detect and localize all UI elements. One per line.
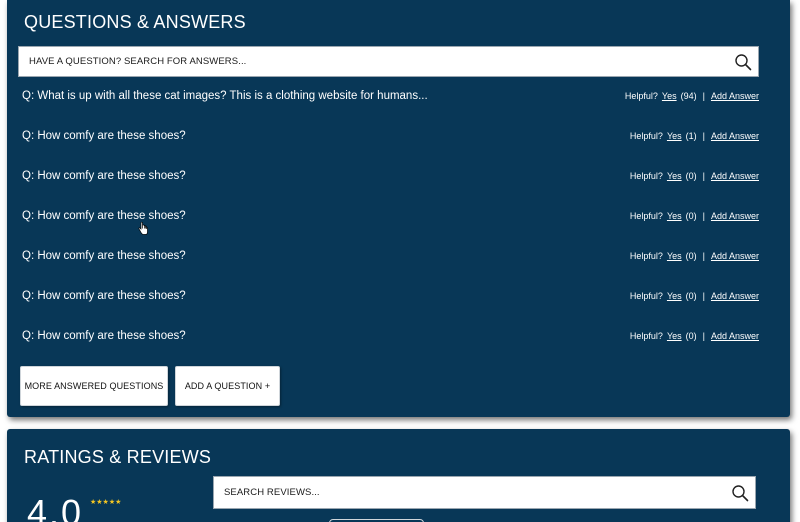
more-answered-questions-button[interactable]: MORE ANSWERED QUESTIONS (20, 366, 168, 406)
reviews-search-placeholder: SEARCH REVIEWS... (224, 487, 320, 498)
helpful-yes-link[interactable]: Yes (667, 331, 682, 341)
question-text[interactable]: Q: How comfy are these shoes? (22, 290, 186, 302)
star-rating: ★★★★★ (90, 499, 122, 506)
add-question-button[interactable]: ADD A QUESTION + (175, 366, 280, 406)
question-meta: Helpful? Yes (0) | Add Answer (630, 211, 759, 221)
helpful-yes-link[interactable]: Yes (662, 91, 677, 101)
helpful-label: Helpful? (629, 331, 663, 341)
question-row[interactable]: Q: How comfy are these shoes? Helpful? Yes… (22, 206, 759, 226)
separator: | (702, 171, 705, 181)
helpful-label: Helpful? (629, 211, 663, 221)
helpful-yes-link[interactable]: Yes (667, 251, 682, 261)
ratings-reviews-panel: RATINGS & REVIEWS 4.0 ★★★★★ SEARCH REVIE… (7, 429, 790, 522)
add-answer-link[interactable]: Add Answer (711, 91, 759, 101)
question-meta: Helpful? Yes (1) | Add Answer (630, 131, 759, 141)
reviews-search-input[interactable]: SEARCH REVIEWS... (213, 476, 756, 509)
helpful-count: (94) (680, 91, 697, 101)
question-meta: Helpful? Yes (0) | Add Answer (630, 171, 759, 181)
question-meta: Helpful? Yes (0) | Add Answer (630, 331, 759, 341)
add-answer-link[interactable]: Add Answer (711, 171, 759, 181)
question-text[interactable]: Q: How comfy are these shoes? (22, 330, 186, 342)
helpful-label: Helpful? (624, 91, 658, 101)
rr-section-title: RATINGS & REVIEWS (24, 447, 212, 467)
helpful-yes-link[interactable]: Yes (667, 171, 682, 181)
helpful-count: (1) (685, 131, 697, 141)
separator: | (702, 291, 705, 301)
qa-search-placeholder: HAVE A QUESTION? SEARCH FOR ANSWERS... (29, 56, 247, 67)
question-row[interactable]: Q: How comfy are these shoes? Helpful? Yes… (22, 326, 759, 346)
question-row[interactable]: Q: What is up with all these cat images?… (22, 86, 759, 106)
helpful-label: Helpful? (629, 291, 663, 301)
helpful-yes-link[interactable]: Yes (667, 211, 682, 221)
helpful-count: (0) (685, 171, 697, 181)
question-text[interactable]: Q: How comfy are these shoes? (22, 170, 186, 182)
helpful-label: Helpful? (629, 131, 663, 141)
question-row[interactable]: Q: How comfy are these shoes? Helpful? Yes… (22, 286, 759, 306)
separator: | (702, 331, 705, 341)
question-text[interactable]: Q: How comfy are these shoes? (22, 250, 186, 262)
qa-search-input[interactable]: HAVE A QUESTION? SEARCH FOR ANSWERS... (18, 46, 759, 77)
search-icon[interactable] (725, 478, 755, 508)
question-meta: Helpful? Yes (0) | Add Answer (630, 251, 759, 261)
question-meta: Helpful? Yes (94) | Add Answer (625, 91, 759, 101)
question-text[interactable]: Q: How comfy are these shoes? (22, 130, 186, 142)
helpful-count: (0) (685, 331, 697, 341)
question-meta: Helpful? Yes (0) | Add Answer (630, 291, 759, 301)
helpful-yes-link[interactable]: Yes (667, 131, 682, 141)
search-icon[interactable] (728, 47, 758, 77)
hand-cursor-icon (138, 222, 148, 235)
question-row[interactable]: Q: How comfy are these shoes? Helpful? Yes… (22, 126, 759, 146)
helpful-count: (0) (685, 251, 697, 261)
helpful-count: (0) (685, 291, 697, 301)
helpful-label: Helpful? (629, 171, 663, 181)
helpful-yes-link[interactable]: Yes (667, 291, 682, 301)
average-rating: 4.0 (27, 492, 84, 522)
questions-answers-panel: QUESTIONS & ANSWERS HAVE A QUESTION? SEA… (7, 0, 790, 417)
add-answer-link[interactable]: Add Answer (711, 291, 759, 301)
question-text[interactable]: Q: What is up with all these cat images?… (22, 90, 428, 102)
question-row[interactable]: Q: How comfy are these shoes? Helpful? Yes… (22, 166, 759, 186)
add-answer-link[interactable]: Add Answer (711, 131, 759, 141)
helpful-count: (0) (685, 211, 697, 221)
helpful-label: Helpful? (629, 251, 663, 261)
add-answer-link[interactable]: Add Answer (711, 251, 759, 261)
separator: | (702, 211, 705, 221)
question-text[interactable]: Q: How comfy are these shoes? (22, 210, 186, 222)
question-row[interactable]: Q: How comfy are these shoes? Helpful? Yes… (22, 246, 759, 266)
separator: | (702, 251, 705, 261)
add-answer-link[interactable]: Add Answer (711, 211, 759, 221)
separator: | (702, 131, 705, 141)
separator: | (702, 91, 705, 101)
add-answer-link[interactable]: Add Answer (711, 331, 759, 341)
qa-section-title: QUESTIONS & ANSWERS (24, 12, 246, 32)
